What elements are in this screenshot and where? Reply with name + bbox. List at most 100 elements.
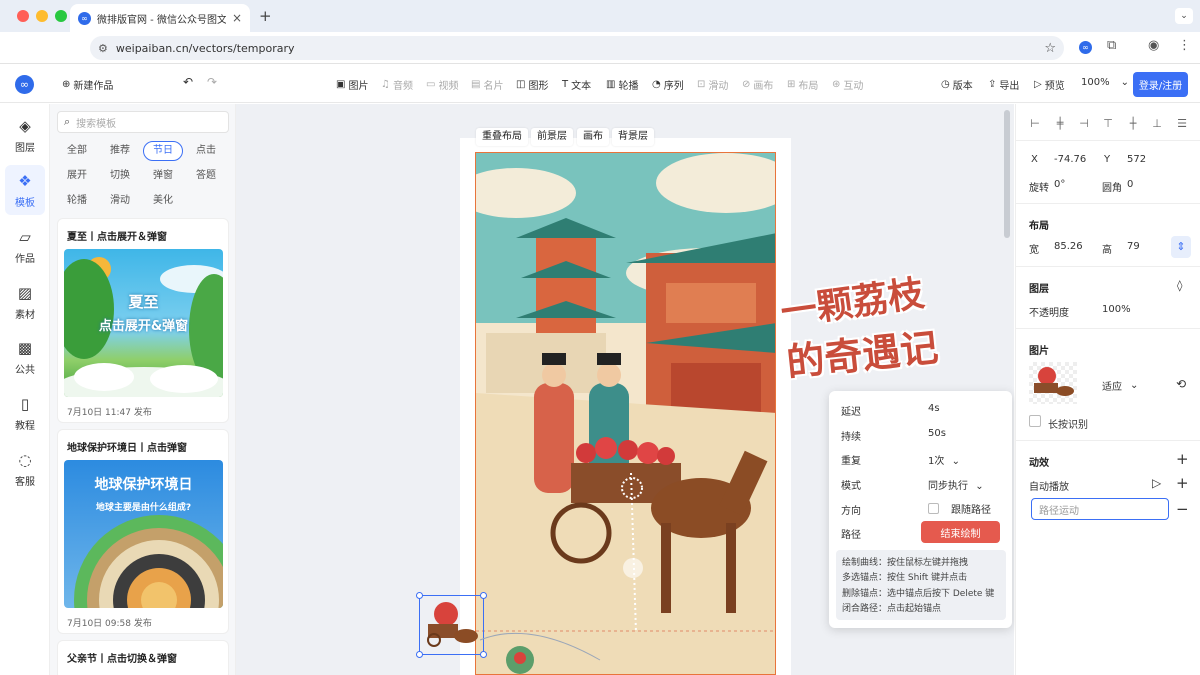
version-button[interactable]: ◷ 版本 (941, 77, 973, 92)
canvas-tab-canvas[interactable]: 画布 (577, 128, 609, 146)
browser-menu-icon[interactable]: ⋮ (1178, 38, 1191, 53)
tab-list-button[interactable]: ⌄ (1175, 8, 1193, 24)
tool-layout[interactable]: ⊞ 布局 (787, 77, 818, 92)
distribute-icon[interactable]: ☰ (1175, 117, 1189, 130)
close-window-button[interactable] (17, 10, 29, 22)
zoom-select[interactable]: 100% ⌄ (1081, 77, 1129, 88)
bookmark-star-icon[interactable]: ☆ (1044, 41, 1056, 56)
add-effect-icon[interactable]: + (1176, 474, 1189, 492)
tool-slide[interactable]: ⊡ 滑动 (697, 77, 728, 92)
remove-effect-icon[interactable]: − (1176, 500, 1189, 518)
template-search-input[interactable]: ⌕ 搜索模板 (57, 111, 229, 133)
add-animation-icon[interactable]: + (1176, 450, 1189, 468)
tip-line: 删除锚点：选中锚点后按下 Delete 键 (842, 588, 995, 599)
overlay-title[interactable]: 一颗荔枝 的奇遇记 (778, 268, 965, 388)
canvas-tab-foreground[interactable]: 前景层 (531, 128, 573, 146)
tool-shape[interactable]: ◫ 图形 (516, 77, 548, 92)
replace-image-icon[interactable]: ⟲ (1176, 377, 1186, 391)
lock-ratio-icon[interactable]: ⇕ (1171, 236, 1191, 258)
tool-text[interactable]: T 文本 (562, 77, 591, 92)
profile-icon[interactable]: ◉ (1148, 38, 1159, 53)
chip-festival[interactable]: 节日 (143, 141, 183, 161)
chip-switch[interactable]: 切换 (101, 166, 139, 186)
longpress-checkbox[interactable] (1029, 415, 1041, 427)
nav-materials[interactable]: ▨ 素材 (5, 277, 45, 327)
tool-video[interactable]: ▭ 视频 (426, 77, 458, 92)
chip-expand[interactable]: 展开 (58, 166, 96, 186)
radius-input[interactable]: 0 (1127, 179, 1133, 190)
template-card[interactable]: 夏至丨点击展开＆弹窗 夏至 点击展开&弹窗 7月10日 11:47 发布 (57, 218, 229, 423)
resize-handle[interactable] (416, 651, 423, 658)
width-input[interactable]: 85.26 (1054, 241, 1083, 252)
duration-value[interactable]: 50s (928, 428, 946, 439)
omnibox[interactable]: ⚙ weipaiban.cn/vectors/temporary ☆ (90, 36, 1064, 60)
path-motion-item[interactable]: 路径运动 (1031, 498, 1169, 520)
tool-carousel[interactable]: ▥ 轮播 (606, 77, 638, 92)
play-animation-icon[interactable]: ▷ (1152, 476, 1161, 490)
x-input[interactable]: -74.76 (1054, 154, 1086, 165)
resize-handle[interactable] (416, 592, 423, 599)
browser-tab[interactable]: ∞ 微排版官网 - 微信公众号图文排 × (70, 4, 250, 32)
tool-canvas[interactable]: ⊘ 画布 (742, 77, 773, 92)
nav-support[interactable]: ◌ 客服 (5, 444, 45, 494)
chip-quiz[interactable]: 答题 (187, 166, 225, 186)
chip-carousel[interactable]: 轮播 (58, 191, 96, 211)
align-right-icon[interactable]: ⊣ (1077, 117, 1091, 130)
tool-image[interactable]: ▣ 图片 (336, 77, 368, 92)
zoom-window-button[interactable] (55, 10, 67, 22)
tab-close-icon[interactable]: × (232, 11, 242, 25)
nav-tutorials[interactable]: ▯ 教程 (5, 388, 45, 438)
nav-layers[interactable]: ◈ 图层 (5, 110, 45, 160)
chip-click[interactable]: 点击 (187, 141, 225, 161)
site-info-icon[interactable]: ⚙ (98, 42, 108, 55)
end-drawing-button[interactable]: 结束绘制 (921, 521, 1000, 543)
tool-sequence[interactable]: ◔ 序列 (652, 77, 684, 92)
export-button[interactable]: ⇪ 导出 (988, 77, 1019, 92)
nav-public[interactable]: ▩ 公共 (5, 332, 45, 382)
align-top-icon[interactable]: ⊤ (1101, 117, 1115, 130)
tool-card[interactable]: ▤ 名片 (471, 77, 503, 92)
mode-value: 同步执行 (928, 481, 968, 492)
login-button[interactable]: 登录/注册 (1133, 72, 1188, 97)
align-left-icon[interactable]: ⊢ (1028, 117, 1042, 130)
align-center-h-icon[interactable]: ╪ (1053, 117, 1067, 130)
opacity-drop-icon[interactable]: ◊ (1177, 279, 1182, 292)
template-card[interactable]: 地球保护环境日丨点击弹窗 地球保护环境日 地球主要是由什么组成? 7月10日 0… (57, 429, 229, 634)
nav-templates[interactable]: ❖ 模板 (5, 165, 45, 215)
minimize-window-button[interactable] (36, 10, 48, 22)
template-card[interactable]: 父亲节丨点击切换＆弹窗 (57, 640, 229, 675)
canvas-scrollbar[interactable] (1004, 110, 1010, 238)
align-center-v-icon[interactable]: ┼ (1126, 117, 1140, 130)
repeat-select[interactable]: 1次 ⌄ (928, 452, 960, 467)
canvas-tab-background[interactable]: 背景层 (612, 128, 654, 146)
extension-weipaiban-icon[interactable]: ∞ (1079, 41, 1092, 54)
chip-recommend[interactable]: 推荐 (101, 141, 139, 161)
tool-audio[interactable]: ♫ 音频 (381, 77, 413, 92)
new-work-button[interactable]: ⊕ 新建作品 (62, 77, 113, 92)
fit-select[interactable]: 适应 ⌄ (1102, 378, 1138, 393)
chip-beautify[interactable]: 美化 (144, 191, 182, 211)
preview-button[interactable]: ▷ 预览 (1034, 77, 1065, 92)
height-input[interactable]: 79 (1127, 241, 1140, 252)
canvas-tab-overlap-layout[interactable]: 重叠布局 (476, 128, 528, 146)
opacity-input[interactable]: 100% (1102, 304, 1131, 315)
tool-interact[interactable]: ⊛ 互动 (832, 77, 863, 92)
chip-slide[interactable]: 滑动 (101, 191, 139, 211)
align-bottom-icon[interactable]: ⊥ (1150, 117, 1164, 130)
extensions-puzzle-icon[interactable]: ⧉ (1107, 38, 1116, 53)
lychee-story-illustration[interactable] (475, 152, 776, 675)
rotate-input[interactable]: 0° (1054, 179, 1065, 190)
app-logo-icon[interactable]: ∞ (15, 75, 34, 94)
follow-path-checkbox[interactable]: 跟随路径 (928, 501, 991, 516)
delay-value[interactable]: 4s (928, 403, 940, 414)
nav-works[interactable]: ▱ 作品 (5, 221, 45, 271)
mode-select[interactable]: 同步执行 ⌄ (928, 477, 984, 492)
chip-popup[interactable]: 弹窗 (144, 166, 182, 186)
y-input[interactable]: 572 (1127, 154, 1146, 165)
redo-icon[interactable]: ↷ (207, 75, 217, 89)
undo-icon[interactable]: ↶ (183, 75, 193, 89)
resize-handle[interactable] (480, 592, 487, 599)
chip-all[interactable]: 全部 (58, 141, 96, 161)
image-preview[interactable] (1029, 362, 1077, 404)
new-tab-button[interactable]: + (259, 7, 272, 25)
